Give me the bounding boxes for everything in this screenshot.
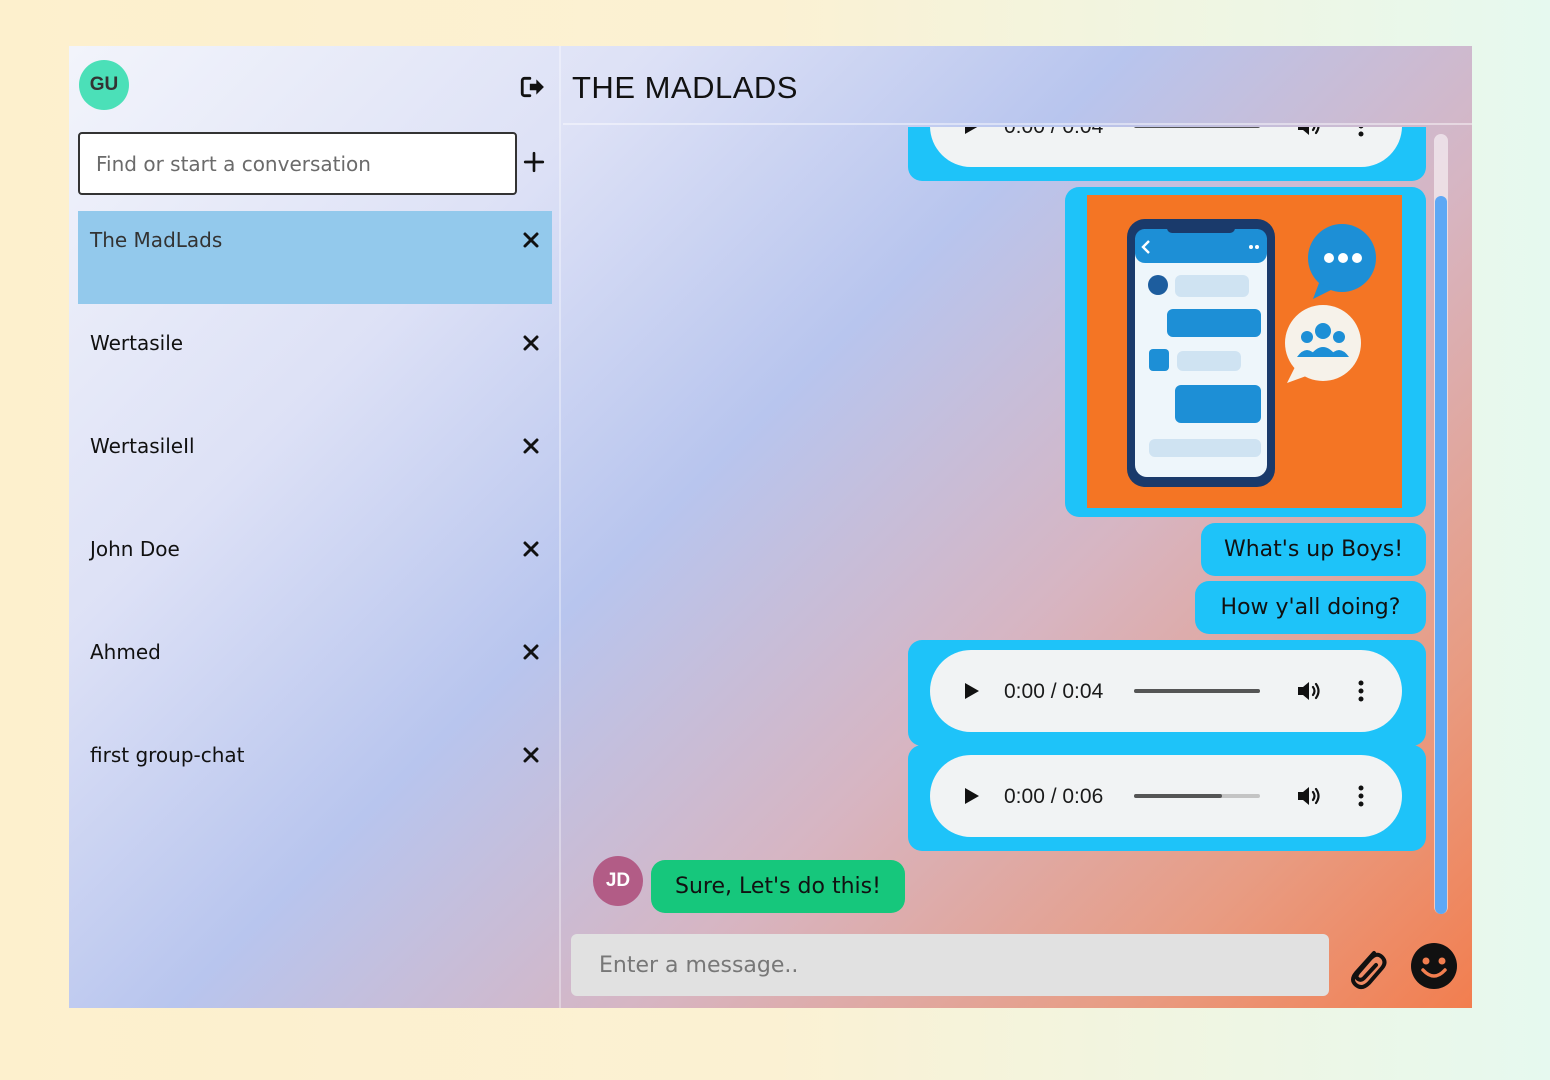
message-input[interactable] — [571, 934, 1329, 996]
audio-progress-fill — [1134, 794, 1223, 798]
conversation-item-ahmed[interactable]: Ahmed — [78, 623, 552, 726]
audio-time: 0:00 / 0:06 — [1004, 785, 1104, 808]
audio-message: 0:00 / 0:04 — [908, 127, 1426, 181]
volume-icon[interactable] — [1296, 127, 1322, 138]
audio-player[interactable]: 0:00 / 0:06 — [930, 755, 1402, 837]
audio-time: 0:00 / 0:04 — [1004, 127, 1103, 139]
conversation-label: Ahmed — [90, 640, 161, 664]
emoji-icon[interactable] — [1410, 942, 1458, 990]
sender-avatar[interactable]: JD — [593, 856, 643, 906]
conversation-item-john-doe[interactable]: John Doe — [78, 520, 552, 623]
more-options-icon[interactable] — [1358, 127, 1364, 138]
audio-time: 0:00 / 0:04 — [1004, 680, 1104, 703]
volume-icon[interactable] — [1296, 679, 1322, 703]
user-avatar[interactable]: GU — [79, 60, 129, 110]
volume-icon[interactable] — [1296, 784, 1322, 808]
sent-message: How y'all doing? — [1195, 581, 1426, 634]
audio-message: 0:00 / 0:04 — [908, 640, 1426, 746]
chat-app: GU The MadLads Wertasile WertasileIl Joh — [69, 46, 1472, 1008]
conversation-item-first-group-chat[interactable]: first group-chat — [78, 726, 552, 829]
chat-header: THE MADLADS — [563, 46, 1472, 125]
close-icon[interactable] — [522, 437, 540, 455]
search-input[interactable] — [78, 132, 517, 195]
sidebar: GU The MadLads Wertasile WertasileIl Joh — [69, 46, 561, 1008]
conversation-label: Wertasile — [90, 331, 184, 355]
audio-progress-fill — [1134, 689, 1260, 693]
audio-progress-track[interactable] — [1134, 689, 1260, 693]
audio-player[interactable]: 0:00 / 0:04 — [930, 127, 1402, 167]
close-icon[interactable] — [522, 540, 540, 558]
close-icon[interactable] — [522, 746, 540, 764]
audio-message: 0:00 / 0:06 — [908, 745, 1426, 851]
sent-message: What's up Boys! — [1201, 523, 1426, 576]
audio-player[interactable]: 0:00 / 0:04 — [930, 650, 1402, 732]
image-message — [1065, 187, 1426, 517]
more-options-icon[interactable] — [1358, 679, 1364, 703]
chat-app-illustration[interactable] — [1087, 195, 1402, 508]
received-message: Sure, Let's do this! — [651, 860, 905, 913]
conversation-item-the-madlads[interactable]: The MadLads — [78, 211, 552, 304]
conversation-label: WertasileIl — [90, 434, 195, 458]
chat-panel: THE MADLADS 0:00 / 0:04 — [563, 46, 1472, 1008]
paperclip-icon[interactable] — [1344, 943, 1388, 991]
conversation-label: first group-chat — [90, 743, 245, 767]
close-icon[interactable] — [522, 231, 540, 249]
chat-title: THE MADLADS — [572, 70, 798, 105]
play-icon[interactable] — [964, 682, 980, 700]
close-icon[interactable] — [522, 334, 540, 352]
audio-progress-track[interactable] — [1134, 127, 1260, 128]
message-list: 0:00 / 0:04 — [563, 127, 1448, 917]
conversation-list: The MadLads Wertasile WertasileIl John D… — [78, 211, 552, 829]
audio-progress-fill — [1134, 127, 1260, 128]
play-icon[interactable] — [964, 127, 980, 135]
more-options-icon[interactable] — [1358, 784, 1364, 808]
audio-progress-track[interactable] — [1134, 794, 1260, 798]
conversation-label: John Doe — [90, 537, 180, 561]
add-conversation-icon[interactable] — [523, 151, 545, 173]
conversation-label: The MadLads — [90, 228, 223, 252]
conversation-item-wertasileil[interactable]: WertasileIl — [78, 417, 552, 520]
close-icon[interactable] — [522, 643, 540, 661]
logout-icon[interactable] — [519, 74, 545, 100]
conversation-item-wertasile[interactable]: Wertasile — [78, 314, 552, 417]
scrollbar-thumb[interactable] — [1435, 196, 1447, 914]
play-icon[interactable] — [964, 787, 980, 805]
